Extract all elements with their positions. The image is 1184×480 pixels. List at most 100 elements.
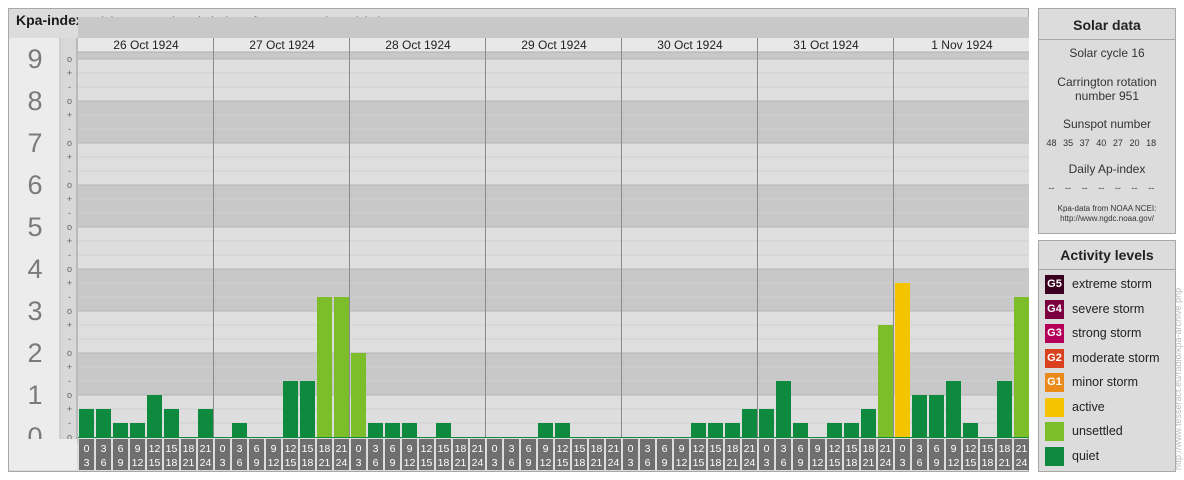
interval-start-label: 18	[591, 443, 603, 455]
interval-end-label: 24	[1016, 457, 1028, 469]
kp-minor-label: -	[68, 250, 71, 260]
kp-major-label-4: 4	[27, 254, 42, 284]
kp-bar-0-3	[130, 423, 145, 437]
interval-end-label: 24	[880, 457, 892, 469]
interval-start-label: 18	[183, 443, 195, 455]
interval-end-label: 3	[900, 457, 906, 469]
kp-minor-label: o	[67, 138, 72, 148]
kp-bar-2-5	[436, 423, 451, 437]
day-label-5: 31 Oct 1924	[793, 38, 859, 52]
sunspot-number-title: Sunspot number	[1062, 117, 1152, 131]
interval-end-label: 6	[781, 457, 787, 469]
interval-end-label: 24	[744, 457, 756, 469]
kp-bar-5-2	[793, 423, 808, 437]
interval-end-label: 6	[237, 457, 243, 469]
kp-bar-1-4	[283, 381, 298, 437]
daily-ap-value: --	[1065, 183, 1072, 193]
interval-start-label: 6	[798, 443, 804, 455]
legend-swatch	[1045, 397, 1064, 417]
interval-end-label: 21	[183, 457, 195, 469]
daily-ap-value: --	[1048, 183, 1055, 193]
interval-end-label: 24	[200, 457, 212, 469]
interval-end-label: 9	[662, 457, 668, 469]
kp-bar-2-2	[385, 423, 400, 437]
interval-end-label: 12	[812, 457, 824, 469]
kp-bar-4-7	[742, 408, 757, 437]
interval-end-label: 18	[574, 457, 586, 469]
kp-minor-label: +	[67, 68, 72, 78]
kp-major-label-7: 7	[27, 128, 42, 158]
solar-data-panel: Solar data Solar cycle 16 Carrington rot…	[1038, 8, 1176, 234]
interval-start-label: 12	[693, 443, 705, 455]
interval-start-label: 21	[472, 443, 484, 455]
kp-band-6	[78, 143, 1029, 185]
interval-start-label: 3	[237, 443, 243, 455]
kp-minor-label: -	[68, 334, 71, 344]
interval-end-label: 18	[438, 457, 450, 469]
interval-end-label: 3	[84, 457, 90, 469]
interval-end-label: 3	[220, 457, 226, 469]
interval-end-label: 21	[319, 457, 331, 469]
interval-start-label: 0	[356, 443, 362, 455]
daily-ap-value: --	[1114, 183, 1121, 193]
kp-major-label-1: 1	[27, 380, 42, 410]
kp-major-label-9: 9	[27, 44, 42, 74]
interval-start-label: 9	[543, 443, 549, 455]
kp-bar-3-3	[538, 423, 553, 437]
interval-end-label: 21	[863, 457, 875, 469]
kp-bar-5-4	[827, 423, 842, 437]
interval-start-label: 21	[200, 443, 212, 455]
interval-start-label: 9	[407, 443, 413, 455]
interval-end-label: 18	[302, 457, 314, 469]
kp-bar-0-4	[147, 395, 162, 437]
interval-start-label: 18	[455, 443, 467, 455]
interval-start-label: 21	[336, 443, 348, 455]
kp-bar-6-3	[946, 381, 961, 437]
interval-end-label: 9	[934, 457, 940, 469]
carrington-rotation-line1: Carrington rotation	[1057, 75, 1157, 89]
interval-start-label: 6	[662, 443, 668, 455]
kp-bar-4-6	[725, 423, 740, 437]
interval-start-label: 0	[492, 443, 498, 455]
interval-start-label: 6	[118, 443, 124, 455]
interval-end-label: 6	[645, 457, 651, 469]
interval-start-label: 21	[880, 443, 892, 455]
kp-minor-label: -	[68, 166, 71, 176]
interval-start-label: 18	[727, 443, 739, 455]
interval-start-label: 21	[1016, 443, 1028, 455]
interval-end-label: 12	[132, 457, 144, 469]
interval-end-label: 3	[764, 457, 770, 469]
activity-levels-divider	[1039, 269, 1175, 270]
legend-label: moderate storm	[1072, 350, 1160, 365]
interval-start-label: 0	[84, 443, 90, 455]
interval-end-label: 9	[118, 457, 124, 469]
solar-data-title: Solar data	[1073, 17, 1141, 33]
kp-bar-6-2	[929, 395, 944, 437]
kp-minor-label: +	[67, 278, 72, 288]
kp-minor-label: o	[67, 180, 72, 190]
interval-start-label: 15	[846, 443, 858, 455]
interval-start-label: 21	[744, 443, 756, 455]
kp-band-4	[78, 227, 1029, 269]
kp-major-label-3: 3	[27, 296, 42, 326]
sunspot-value: 18	[1146, 138, 1157, 148]
legend-label: quiet	[1072, 448, 1100, 463]
interval-end-label: 24	[608, 457, 620, 469]
kp-minor-label: +	[67, 236, 72, 246]
kp-bar-6-6	[997, 381, 1012, 437]
source-line1: Kpa-data from NOAA NCEI:	[1057, 204, 1157, 213]
sunspot-value: 35	[1063, 138, 1074, 148]
kp-major-label-2: 2	[27, 338, 42, 368]
interval-start-label: 21	[608, 443, 620, 455]
sunspot-value: 48	[1046, 138, 1057, 148]
kp-bar-5-0	[759, 408, 774, 437]
interval-start-label: 3	[781, 443, 787, 455]
interval-end-label: 15	[693, 457, 705, 469]
kp-bar-6-7	[1014, 297, 1029, 437]
axis-bottom-filler	[9, 439, 77, 470]
interval-start-label: 12	[557, 443, 569, 455]
kp-bar-3-4	[555, 423, 570, 437]
daily-ap-value: --	[1081, 183, 1088, 193]
interval-start-label: 12	[285, 443, 297, 455]
interval-end-label: 15	[421, 457, 433, 469]
